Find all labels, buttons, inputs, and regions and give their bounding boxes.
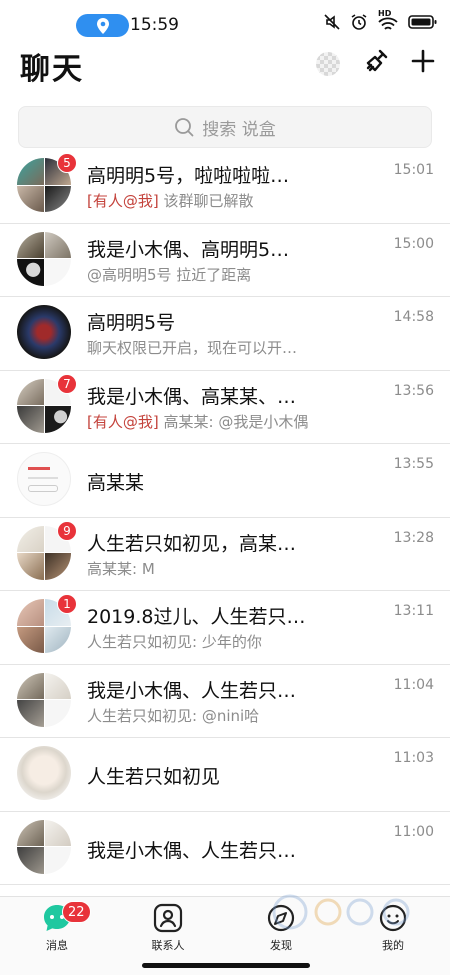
unread-badge: 7: [57, 373, 77, 394]
preview-text: 人生若只如初见: 少年的你: [87, 633, 262, 651]
chat-time: 11:04: [393, 676, 434, 693]
plus-icon[interactable]: [408, 46, 438, 76]
mention-tag: [有人@我]: [87, 412, 159, 431]
chat-preview: @高明明5号 拉近了距离: [87, 264, 387, 285]
chat-time: 13:28: [393, 529, 434, 546]
chat-preview: [有人@我] 高某某: @我是小木偶: [87, 411, 387, 432]
chat-name: 我是小木偶、高某某、…: [87, 385, 297, 408]
chat-name: 人生若只如初见: [87, 766, 221, 788]
chat-preview: 人生若只如初见: 少年的你: [87, 631, 387, 652]
preview-text: @高明明5号 拉近了距离: [87, 265, 252, 284]
chat-row[interactable]: 我是小木偶、人生若只… 人生若只如初见: @nini哈 11:04: [0, 665, 450, 738]
preview-text: 该群聊已解散: [163, 192, 254, 210]
chat-name: 高明明5号，啦啦啦啦…: [87, 165, 290, 187]
nav-label: 联系人: [151, 939, 185, 952]
group-avatar: [17, 819, 71, 874]
unread-badge: 1: [57, 594, 77, 614]
chat-name: 高明明5号: [87, 312, 176, 334]
preview-text: 聊天权限已开启，现在可以开…: [87, 339, 298, 357]
chat-time: 15:00: [393, 235, 434, 252]
chat-preview: 人生若只如初见: @nini哈: [87, 705, 387, 726]
mention-tag: [有人@我]: [87, 192, 159, 210]
user-avatar: [17, 305, 71, 359]
chat-name: 人生若只如初见，高某…: [87, 532, 297, 555]
chat-time: 13:55: [393, 456, 434, 472]
mute-icon: [324, 14, 340, 30]
user-avatar: [17, 452, 71, 506]
page-title: 聊天: [20, 52, 84, 87]
chat-row[interactable]: 高明明5号 聊天权限已开启，现在可以开… 14:58: [0, 297, 450, 371]
location-pin-icon: [96, 17, 109, 34]
chat-row[interactable]: 7 我是小木偶、高某某、… [有人@我] 高某某: @我是小木偶 13:56: [0, 371, 450, 444]
search-placeholder: 搜索 说盒: [202, 119, 276, 140]
nav-label: 发现: [270, 939, 292, 952]
unread-badge: 5: [57, 153, 77, 173]
chat-time: 11:03: [393, 750, 434, 766]
chat-time: 14:58: [393, 309, 434, 325]
watermark-logo: [272, 894, 410, 930]
chat-list: 5 高明明5号，啦啦啦啦… [有人@我] 该群聊已解散 15:01 我是小木偶、…: [0, 150, 450, 885]
chat-row[interactable]: 1 2019.8过儿、人生若只… 人生若只如初见: 少年的你 13:11: [0, 591, 450, 665]
group-avatar: [17, 672, 71, 727]
search-bar[interactable]: 搜索 说盒: [18, 106, 432, 148]
home-indicator[interactable]: [142, 963, 310, 968]
wifi-icon: [378, 17, 398, 30]
group-avatar: [17, 231, 71, 286]
chat-name: 高某某: [87, 472, 145, 494]
status-icons: HD: [323, 9, 438, 31]
nav-label: 我的: [382, 939, 404, 952]
chat-name: 我是小木偶、人生若只…: [87, 679, 297, 702]
messages-badge: 22: [62, 901, 91, 923]
broom-icon[interactable]: [362, 46, 392, 76]
preview-text: 人生若只如初见: @nini哈: [87, 706, 260, 725]
chat-name: 我是小木偶、高明明5…: [87, 238, 290, 261]
unread-badge: 9: [57, 520, 77, 541]
chat-row[interactable]: 9 人生若只如初见，高某… 高某某: M 13:28: [0, 518, 450, 591]
chat-time: 13:56: [393, 382, 434, 399]
chat-name: 我是小木偶、人生若只…: [87, 839, 297, 862]
alarm-icon: [351, 14, 367, 30]
chat-time: 15:01: [393, 162, 434, 178]
chat-row[interactable]: 人生若只如初见 11:03: [0, 738, 450, 812]
header: 聊天: [0, 40, 450, 100]
preview-text: 高某某: @我是小木偶: [163, 412, 309, 431]
nav-contacts[interactable]: 联系人: [133, 901, 203, 953]
chat-preview: 高某某: M: [87, 558, 387, 579]
chat-row[interactable]: 5 高明明5号，啦啦啦啦… [有人@我] 该群聊已解散 15:01: [0, 150, 450, 224]
battery-icon: [408, 15, 437, 29]
preview-text: 高某某: M: [87, 559, 155, 578]
nav-label: 消息: [46, 939, 68, 952]
search-icon: [175, 118, 194, 137]
contacts-icon: [153, 903, 183, 933]
status-time: 15:59: [130, 15, 179, 35]
chat-row[interactable]: 我是小木偶、人生若只… 11:00: [0, 812, 450, 885]
chat-time: 11:00: [393, 823, 434, 840]
chat-name: 2019.8过儿、人生若只…: [87, 606, 306, 628]
wifi-hd-indicator: HD: [377, 9, 399, 31]
header-avatar[interactable]: [316, 52, 340, 76]
chat-time: 13:11: [393, 603, 434, 619]
chat-preview: [有人@我] 该群聊已解散: [87, 190, 387, 211]
chat-row[interactable]: 我是小木偶、高明明5… @高明明5号 拉近了距离 15:00: [0, 224, 450, 297]
chat-row[interactable]: 高某某 13:55: [0, 444, 450, 518]
user-avatar: [17, 746, 71, 800]
location-pill[interactable]: [76, 14, 129, 37]
chat-preview: 聊天权限已开启，现在可以开…: [87, 337, 387, 358]
